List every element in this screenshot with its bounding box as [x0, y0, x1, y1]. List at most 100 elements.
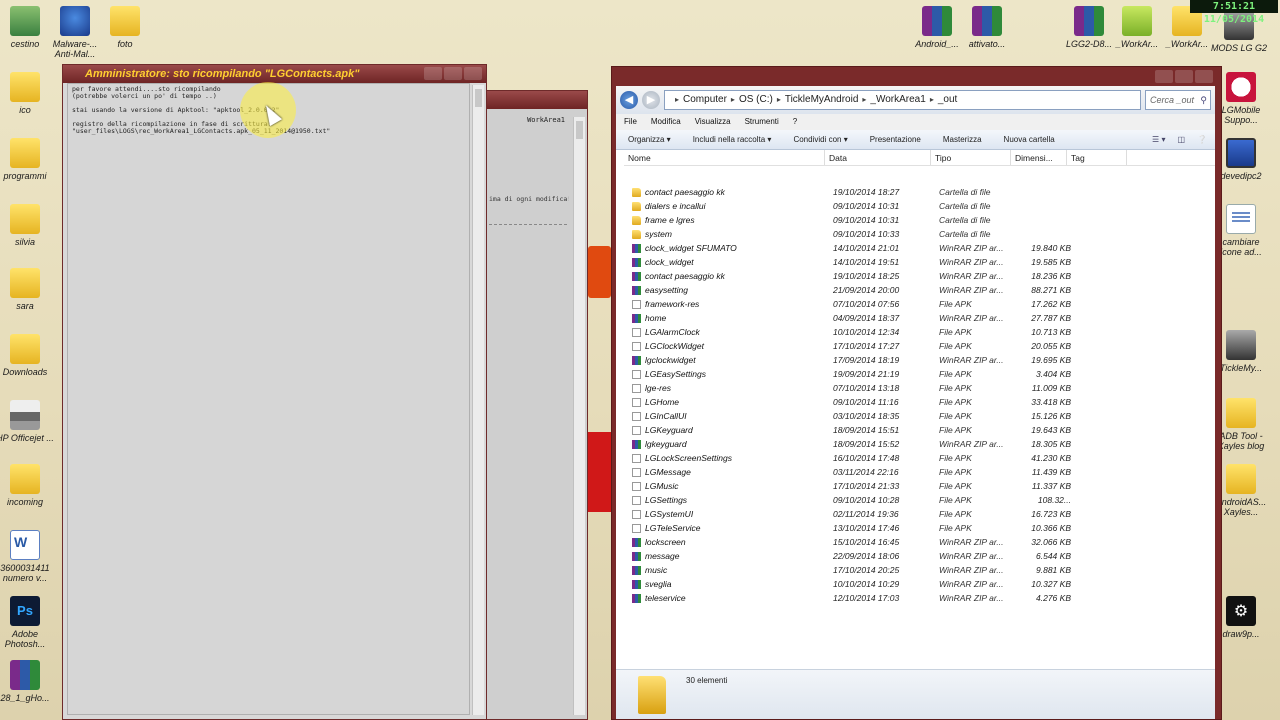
view-options-icon[interactable]: ☰ ▾	[1152, 130, 1165, 150]
column-header[interactable]: Data	[825, 150, 931, 165]
winrar-icon	[632, 243, 641, 253]
file-row[interactable]: LGSettings 09/10/2014 10:28 File APK 108.32…	[628, 493, 1215, 507]
maximize-icon[interactable]	[1175, 70, 1193, 83]
menu-item[interactable]: Strumenti	[745, 114, 779, 130]
file-row[interactable]: lockscreen 15/10/2014 16:45 WinRAR ZIP ar.…	[628, 535, 1215, 549]
file-name-cell: framework-res	[628, 297, 829, 311]
file-row[interactable]: clock_widget SFUMATO 14/10/2014 21:01 WinR…	[628, 241, 1215, 255]
desktop-icon[interactable]: Ps Adobe Photosh...	[0, 596, 54, 649]
explorer-window-controls[interactable]	[1155, 70, 1213, 83]
menu-item[interactable]: Modifica	[651, 114, 681, 130]
desktop-icon[interactable]: 3600031411 numero v...	[0, 530, 54, 583]
file-row[interactable]: teleservice 12/10/2014 17:03 WinRAR ZIP ar…	[628, 591, 1215, 605]
desktop-icon[interactable]: HP Officejet ...	[0, 400, 54, 443]
menu-item[interactable]: ?	[793, 114, 797, 130]
file-row[interactable]: lgclockwidget 17/09/2014 18:19 WinRAR ZIP …	[628, 353, 1215, 367]
desktop-icon[interactable]: attivato...	[958, 6, 1016, 49]
file-row[interactable]: clock_widget 14/10/2014 19:51 WinRAR ZIP a…	[628, 255, 1215, 269]
file-row[interactable]: system 09/10/2014 10:33 Cartella di file	[628, 227, 1215, 241]
file-name-cell: contact paesaggio kk	[628, 185, 829, 199]
file-row[interactable]: message 22/09/2014 18:06 WinRAR ZIP ar... 6…	[628, 549, 1215, 563]
file-row[interactable]: LGClockWidget 17/10/2014 17:27 File APK 20.…	[628, 339, 1215, 353]
breadcrumb-separator-icon[interactable]: ▸	[675, 91, 679, 109]
file-row[interactable]: LGAlarmClock 10/10/2014 12:34 File APK 10.7…	[628, 325, 1215, 339]
desktop-icon[interactable]: Downloads	[0, 334, 54, 377]
breadcrumb-item[interactable]: Computer	[683, 91, 727, 109]
file-row[interactable]: LGMusic 17/10/2014 21:33 File APK 11.337 KB	[628, 479, 1215, 493]
address-bar[interactable]: ▸ Computer ▸ OS (C:) ▸ TickleMyAndroid ▸ _WorkA…	[664, 90, 1141, 110]
file-row[interactable]: dialers e incallui 09/10/2014 10:31 Cartel…	[628, 199, 1215, 213]
file-row[interactable]: sveglia 10/10/2014 10:29 WinRAR ZIP ar... 1…	[628, 577, 1215, 591]
minimize-icon[interactable]	[1155, 70, 1173, 83]
search-icon[interactable]: ⚲	[1200, 91, 1207, 109]
close-icon[interactable]	[1195, 70, 1213, 83]
file-name-cell: LGEasySettings	[628, 367, 829, 381]
desktop-icon[interactable]: ico	[0, 72, 54, 115]
breadcrumb-item[interactable]: _WorkArea1	[870, 91, 925, 109]
column-header[interactable]: Tag	[1067, 150, 1127, 165]
toolbar-button[interactable]: Includi nella raccolta ▾	[693, 130, 772, 149]
scrollbar[interactable]	[472, 85, 484, 715]
file-row[interactable]: home 04/09/2014 18:37 WinRAR ZIP ar... 27.7…	[628, 311, 1215, 325]
file-row[interactable]: LGHome 09/10/2014 11:16 File APK 33.418 KB	[628, 395, 1215, 409]
toolbar-button[interactable]: Masterizza	[943, 130, 982, 149]
menu-item[interactable]: File	[624, 114, 637, 130]
file-row[interactable]: LGLockScreenSettings 16/10/2014 17:48 File…	[628, 451, 1215, 465]
explorer-window[interactable]: ◀ ▶ ▸ Computer ▸ OS (C:) ▸ TickleMyAndroid ▸ _W…	[611, 66, 1222, 720]
apk-file-icon	[632, 383, 641, 393]
file-row[interactable]: framework-res 07/10/2014 07:56 File APK 17.…	[628, 297, 1215, 311]
minimize-icon[interactable]	[424, 67, 442, 80]
file-row[interactable]: contact paesaggio kk 19/10/2014 18:27 Cart…	[628, 185, 1215, 199]
file-row[interactable]: LGEasySettings 19/09/2014 21:19 File APK 3.…	[628, 367, 1215, 381]
file-row[interactable]: lgkeyguard 18/09/2014 15:52 WinRAR ZIP ar.…	[628, 437, 1215, 451]
breadcrumb-separator-icon[interactable]: ▸	[930, 91, 934, 109]
desktop-icon-label: sara	[16, 301, 34, 311]
desktop-icon[interactable]: programmi	[0, 138, 54, 181]
preview-pane-icon[interactable]: ◫	[1177, 130, 1185, 150]
desktop-icon-label: MODS LG G2	[1210, 43, 1267, 53]
desktop-icon[interactable]: sara	[0, 268, 54, 311]
file-row[interactable]: LGMessage 03/11/2014 22:16 File APK 11.439 …	[628, 465, 1215, 479]
toolbar-button[interactable]: Organizza ▾	[628, 130, 671, 149]
breadcrumb-item[interactable]: _out	[938, 91, 957, 109]
search-input[interactable]: Cerca _out ⚲	[1145, 90, 1211, 110]
desktop-icon[interactable]: silvia	[0, 204, 54, 247]
file-row[interactable]: music 17/10/2014 20:25 WinRAR ZIP ar... 9.8…	[628, 563, 1215, 577]
file-row[interactable]: LGSystemUI 02/11/2014 19:36 File APK 16.723…	[628, 507, 1215, 521]
column-header[interactable]: Dimensi...	[1011, 150, 1067, 165]
toolbar-button[interactable]: Presentazione	[870, 130, 921, 149]
help-icon[interactable]: ❔	[1197, 130, 1207, 150]
desktop-icon[interactable]: 28_1_gHo...	[0, 660, 54, 703]
desktop-icon[interactable]: incoming	[0, 464, 54, 507]
toolbar-button[interactable]: Condividi con ▾	[793, 130, 847, 149]
file-name-cell: sveglia	[628, 577, 829, 591]
breadcrumb-separator-icon[interactable]: ▸	[777, 91, 781, 109]
file-row[interactable]: frame e lgres 09/10/2014 10:31 Cartella di…	[628, 213, 1215, 227]
file-row[interactable]: LGTeleService 13/10/2014 17:46 File APK 10.…	[628, 521, 1215, 535]
menu-item[interactable]: Visualizza	[695, 114, 731, 130]
file-row[interactable]: lge-res 07/10/2014 13:18 File APK 11.009 KB	[628, 381, 1215, 395]
breadcrumb-item[interactable]: OS (C:)	[739, 91, 773, 109]
file-row[interactable]: LGKeyguard 18/09/2014 15:51 File APK 19.643…	[628, 423, 1215, 437]
back-arrow-icon[interactable]: ◀	[620, 91, 638, 109]
column-header[interactable]: Nome	[624, 150, 825, 165]
command-window-title[interactable]: Amministratore: sto ricompilando "LGCont…	[63, 65, 486, 83]
file-row[interactable]: easysetting 21/09/2014 20:00 WinRAR ZIP ar…	[628, 283, 1215, 297]
command-window[interactable]: Amministratore: sto ricompilando "LGCont…	[62, 64, 487, 720]
toolbar-button[interactable]: Nuova cartella	[1004, 130, 1055, 149]
close-icon[interactable]	[464, 67, 482, 80]
window-controls[interactable]	[424, 67, 482, 80]
breadcrumb-separator-icon[interactable]: ▸	[862, 91, 866, 109]
file-type: File APK	[939, 411, 972, 421]
file-name-cell: LGTeleService	[628, 521, 829, 535]
column-header[interactable]: Tipo	[931, 150, 1011, 165]
file-row[interactable]: LGInCallUI 03/10/2014 18:35 File APK 15.126…	[628, 409, 1215, 423]
background-window[interactable]: WorkArea1 ima di ogni modifica!	[486, 90, 588, 720]
console-output[interactable]: per favore attendi....sto ricompilando (p…	[67, 83, 470, 715]
forward-arrow-icon[interactable]: ▶	[642, 91, 660, 109]
file-row[interactable]: contact paesaggio kk 19/10/2014 18:25 WinR…	[628, 269, 1215, 283]
desktop-icon[interactable]: foto	[96, 6, 154, 49]
breadcrumb-item[interactable]: TickleMyAndroid	[785, 91, 859, 109]
maximize-icon[interactable]	[444, 67, 462, 80]
breadcrumb-separator-icon[interactable]: ▸	[731, 91, 735, 109]
